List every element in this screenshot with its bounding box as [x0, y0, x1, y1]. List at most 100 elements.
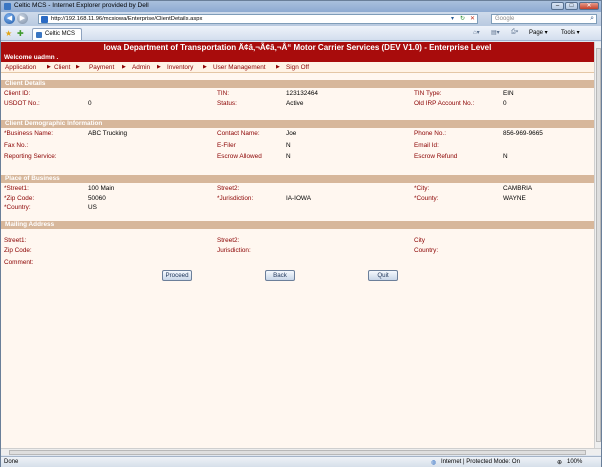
- chevron-right-icon: ▶: [76, 64, 80, 70]
- tab-page-icon: [36, 32, 42, 38]
- mailing-country-label: Country:: [414, 247, 439, 254]
- mailing-city-label: City: [414, 237, 426, 244]
- print-icon[interactable]: ⎙▾: [511, 29, 518, 36]
- chevron-right-icon: ▶: [203, 64, 207, 70]
- status-bar: Done ◍ Internet | Protected Mode: On ⊕ 1…: [1, 456, 601, 467]
- page-banner: Iowa Department of Transportation Ä¢â‚¬Ã…: [1, 42, 594, 54]
- url-text: http://192.168.11.96/mcsiowa/Enterprise/…: [51, 16, 203, 22]
- chevron-right-icon: ▶: [276, 64, 280, 70]
- tin-type-label: TIN Type:: [414, 90, 442, 97]
- section-place-of-business: Place of Business: [1, 175, 594, 183]
- menu-sign-off[interactable]: Sign Off: [286, 64, 309, 71]
- page-content: Iowa Department of Transportation Ä¢â‚¬Ã…: [1, 42, 594, 448]
- county-value: WAYNE: [503, 195, 526, 202]
- section-demographic: Client Demographic Information: [1, 120, 594, 128]
- horizontal-scrollbar[interactable]: [1, 448, 601, 455]
- page-icon: [41, 16, 48, 23]
- maximize-button[interactable]: □: [565, 2, 578, 10]
- business-name-value: ABC Trucking: [88, 130, 128, 137]
- tin-value: 123132464: [286, 90, 318, 97]
- county-label: *County:: [414, 195, 439, 202]
- city-label: *City:: [414, 185, 430, 192]
- escrow-refund-label: Escrow Refund: [414, 153, 458, 160]
- jurisdiction-label: *Jurisdiction:: [217, 195, 254, 202]
- close-button[interactable]: ✕: [579, 2, 599, 10]
- horizontal-scroll-thumb[interactable]: [9, 450, 586, 455]
- main-menu: Application ▶ Client ▶ Payment ▶ Admin ▶…: [1, 62, 594, 73]
- chevron-right-icon: ▶: [47, 64, 51, 70]
- old-irp-label: Old IRP Account No.:: [414, 100, 475, 107]
- minimize-button[interactable]: –: [551, 2, 564, 10]
- browser-window: Celtic MCS - Internet Explorer provided …: [0, 0, 602, 467]
- status-label: Status:: [217, 100, 237, 107]
- client-id-label: Client ID:: [4, 90, 31, 97]
- street1-value: 100 Main: [88, 185, 115, 192]
- search-placeholder: Google: [495, 16, 515, 22]
- page-menu-label: Page: [529, 30, 544, 36]
- add-favorites-icon[interactable]: ✚: [17, 29, 24, 38]
- efiler-value: N: [286, 142, 291, 149]
- status-value: Active: [286, 100, 304, 107]
- comment-label: Comment:: [4, 259, 34, 266]
- forward-nav-icon[interactable]: ▶: [17, 13, 28, 24]
- search-icon[interactable]: ⌕: [590, 15, 594, 23]
- page-menu[interactable]: Page ▾: [529, 29, 548, 36]
- tools-menu-label: Tools: [561, 30, 576, 36]
- mailing-jurisdiction-label: Jurisdiction:: [217, 247, 251, 254]
- section-mailing-address: Mailing Address: [1, 221, 594, 229]
- security-zone: Internet | Protected Mode: On: [441, 459, 520, 465]
- jurisdiction-value: IA-IOWA: [286, 195, 311, 202]
- efiler-label: E-Filer: [217, 142, 236, 149]
- menu-user-management[interactable]: User Management: [213, 64, 266, 71]
- email-label: Email Id:: [414, 142, 439, 149]
- phone-value: 856-969-9665: [503, 130, 543, 137]
- zoom-icon: ⊕: [557, 460, 563, 466]
- usdot-value: 0: [88, 100, 92, 107]
- chevron-right-icon: ▶: [122, 64, 126, 70]
- refresh-icon[interactable]: ↻: [458, 15, 467, 23]
- menu-client[interactable]: Client: [54, 64, 70, 71]
- quit-button[interactable]: Quit: [368, 270, 398, 281]
- vertical-scrollbar[interactable]: [594, 42, 601, 448]
- title-bar: Celtic MCS - Internet Explorer provided …: [1, 1, 601, 12]
- back-nav-icon[interactable]: ◀: [4, 13, 15, 24]
- dropdown-icon[interactable]: ▾: [448, 15, 457, 23]
- stop-icon[interactable]: ✕: [468, 15, 477, 23]
- tab-celtic-mcs[interactable]: Celtic MCS: [32, 28, 82, 40]
- menu-admin[interactable]: Admin: [132, 64, 150, 71]
- favorites-icon[interactable]: ★: [5, 29, 12, 38]
- menu-inventory[interactable]: Inventory: [167, 64, 193, 71]
- ie-icon: [4, 3, 11, 10]
- old-irp-value: 0: [503, 100, 507, 107]
- home-icon[interactable]: ⌂▾: [473, 29, 480, 36]
- city-value: CAMBRIA: [503, 185, 533, 192]
- address-bar: ◀ ▶ http://192.168.11.96/mcsiowa/Enterpr…: [1, 12, 601, 26]
- contact-name-value: Joe: [286, 130, 297, 137]
- proceed-button[interactable]: Proceed: [162, 270, 192, 281]
- phone-label: Phone No.:: [414, 130, 446, 137]
- country-label: *Country:: [4, 204, 31, 211]
- back-button[interactable]: Back: [265, 270, 295, 281]
- tab-label: Celtic MCS: [45, 31, 76, 37]
- escrow-refund-value: N: [503, 153, 508, 160]
- window-title: Celtic MCS - Internet Explorer provided …: [14, 2, 149, 9]
- escrow-allowed-value: N: [286, 153, 291, 160]
- menu-application[interactable]: Application: [5, 64, 36, 71]
- mailing-street1-label: Street1:: [4, 237, 27, 244]
- mailing-street2-label: Street2:: [217, 237, 240, 244]
- command-bar: ★ ✚ Celtic MCS ⌂▾ ▤▾ ⎙▾ Page ▾ Tools ▾: [1, 26, 601, 41]
- zoom-level[interactable]: 100%: [567, 459, 582, 465]
- section-client-details: Client Details: [1, 80, 594, 88]
- search-input[interactable]: Google ⌕: [491, 14, 597, 24]
- tools-menu[interactable]: Tools ▾: [561, 29, 580, 36]
- zip-label: *Zip Code:: [4, 195, 35, 202]
- reporting-service-label: Reporting Service:: [4, 153, 57, 160]
- globe-icon: ◍: [431, 460, 437, 466]
- feeds-icon[interactable]: ▤▾: [491, 29, 500, 36]
- vertical-scroll-thumb[interactable]: [596, 48, 601, 442]
- menu-payment[interactable]: Payment: [89, 64, 114, 71]
- url-field[interactable]: http://192.168.11.96/mcsiowa/Enterprise/…: [38, 14, 478, 24]
- street1-label: *Street1:: [4, 185, 29, 192]
- chevron-right-icon: ▶: [157, 64, 161, 70]
- street2-label: Street2:: [217, 185, 240, 192]
